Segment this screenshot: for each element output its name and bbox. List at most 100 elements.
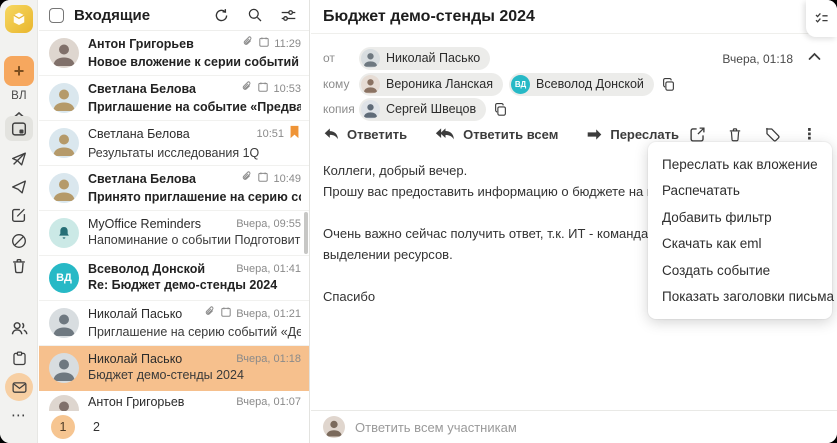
pagination: 1 2	[39, 411, 308, 443]
copy-cc-icon[interactable]	[493, 102, 508, 117]
from-label: от	[323, 51, 335, 65]
email-list-item[interactable]: Антон Григорьев 11:29 Новое вложение к с…	[39, 31, 309, 76]
email-list-item[interactable]: Светлана Белова 10:53 Приглашение на соб…	[39, 76, 309, 121]
recipient-avatar	[361, 74, 380, 94]
folder-drafts-icon[interactable]	[0, 202, 38, 228]
email-time: Вчера, 01:41	[236, 263, 301, 275]
app-mail-icon[interactable]	[0, 373, 38, 401]
folder-spam-icon[interactable]	[0, 228, 38, 254]
recipient-name: Всеволод Донской	[536, 77, 644, 91]
email-time: Вчера, 01:07	[236, 396, 301, 408]
context-menu-item[interactable]: Создать событие	[648, 257, 832, 284]
email-list-item[interactable]: Светлана Белова 10:51 Результаты исследо…	[39, 121, 309, 166]
folder-trash-icon[interactable]	[0, 253, 38, 279]
sender-avatar	[49, 128, 79, 158]
email-list-item[interactable]: MyOffice Reminders Вчера, 09:55 Напомина…	[39, 211, 309, 256]
app-more-icon[interactable]: ⋯	[0, 406, 38, 424]
email-time: Вчера, 09:55	[236, 218, 301, 230]
app-contacts-icon[interactable]	[0, 315, 38, 341]
attachment-icon	[242, 35, 254, 53]
collapse-header-icon[interactable]	[808, 52, 821, 61]
context-menu-item[interactable]: Распечатать	[648, 178, 832, 205]
open-in-new-window-icon[interactable]	[689, 126, 706, 143]
cc-row: копия Сергей Швецов	[323, 97, 508, 121]
email-list-item[interactable]: Светлана Белова 10:49 Принято приглашени…	[39, 166, 309, 211]
list-header: Входящие	[39, 0, 309, 31]
delete-mail-icon[interactable]	[727, 126, 743, 143]
select-all-checkbox[interactable]	[49, 7, 64, 23]
recipient-chip[interactable]: Вероника Ланская	[359, 72, 504, 96]
reply-button[interactable]: Ответить	[323, 127, 407, 142]
from-row: от Николай Пасько	[323, 46, 491, 70]
mail-subject-title: Бюджет демо-стенды 2024	[323, 7, 535, 25]
current-user-avatar	[323, 416, 345, 438]
context-menu-item[interactable]: Добавить фильтр	[648, 204, 832, 231]
folder-sent-icon[interactable]	[0, 174, 38, 200]
page-2-button[interactable]: 2	[93, 420, 100, 434]
email-time: 10:49	[273, 173, 301, 185]
sender-avatar: ВД	[49, 263, 79, 293]
sender-name: Всеволод Донской	[88, 262, 206, 276]
event-icon	[257, 80, 269, 98]
email-list-item[interactable]: Николай Пасько Вчера, 01:21 Приглашение …	[39, 301, 309, 346]
context-menu-item[interactable]: Переслать как вложение	[648, 151, 832, 178]
email-subject: Приглашение на серию событий «Демо стен…	[88, 325, 301, 339]
email-time: 10:51	[256, 128, 284, 140]
filter-sort-icon[interactable]	[280, 7, 297, 24]
email-subject: Принято приглашение на серию событий «…	[88, 190, 301, 204]
to-row: кому Вероника Ланская ВД Всеволод Донско…	[323, 72, 676, 96]
sender-avatar	[49, 308, 79, 338]
sender-name: Николай Пасько	[88, 352, 183, 366]
app-calendar-icon[interactable]	[0, 345, 38, 371]
profile-initials[interactable]: ВЛ	[0, 90, 38, 102]
forward-button[interactable]: Переслать	[586, 127, 679, 142]
context-menu-item[interactable]: Показать заголовки письма	[648, 284, 834, 311]
recipient-chip[interactable]: ВД Всеволод Донской	[509, 72, 654, 96]
tag-label-icon[interactable]	[764, 126, 781, 143]
email-list-item[interactable]: ВД Всеволод Донской Вчера, 01:41 Re: Бюд…	[39, 256, 309, 301]
forward-icon	[588, 128, 602, 140]
email-subject: Новое вложение к серии событий «Аналити…	[88, 55, 301, 69]
to-label: кому	[323, 77, 350, 91]
sender-name: Антон Григорьев	[88, 37, 194, 51]
event-icon	[258, 35, 270, 53]
recipient-chip[interactable]: Николай Пасько	[359, 46, 491, 70]
quick-reply-bar[interactable]: Ответить всем участникам	[311, 410, 837, 443]
recipient-avatar	[361, 48, 380, 68]
sender-avatar	[49, 353, 79, 383]
reply-all-icon	[435, 127, 454, 139]
email-subject: Re: Бюджет демо-стенды 2024	[88, 278, 278, 292]
recipient-chip[interactable]: Сергей Швецов	[359, 97, 487, 121]
email-list-item[interactable]: Николай Пасько Вчера, 01:18 Бюджет демо-…	[39, 346, 309, 391]
email-list: Антон Григорьев 11:29 Новое вложение к с…	[39, 31, 309, 425]
tasks-panel-tab[interactable]	[806, 0, 837, 37]
more-actions-icon[interactable]: ⋮	[802, 127, 817, 142]
event-icon	[257, 170, 269, 188]
email-subject: Результаты исследования 1Q	[88, 145, 260, 160]
recipient-name: Николай Пасько	[386, 51, 481, 65]
compose-button[interactable]: +	[4, 56, 34, 86]
list-scrollbar[interactable]	[304, 212, 308, 254]
folder-outbox-icon[interactable]	[0, 146, 38, 172]
attachment-icon	[204, 305, 216, 323]
sender-name: Светлана Белова	[88, 127, 190, 141]
sender-avatar	[49, 83, 79, 113]
attachment-icon	[241, 80, 253, 98]
sender-name: Николай Пасько	[88, 307, 183, 321]
recipient-avatar	[361, 99, 380, 119]
copy-recipients-icon[interactable]	[661, 77, 676, 92]
folder-title: Входящие	[74, 6, 151, 24]
app-logo-icon[interactable]	[5, 5, 33, 33]
context-menu-item[interactable]: Скачать как eml	[648, 231, 832, 258]
refresh-icon[interactable]	[213, 7, 230, 24]
search-icon[interactable]	[247, 7, 263, 23]
reply-all-button[interactable]: Ответить всем	[435, 127, 558, 142]
folder-inbox-icon[interactable]	[0, 116, 38, 142]
page-1-button[interactable]: 1	[51, 415, 75, 439]
email-time: Вчера, 01:21	[236, 308, 301, 320]
email-subject: Бюджет демо-стенды 2024	[88, 368, 244, 382]
mail-date: Вчера, 01:18	[722, 52, 793, 66]
email-time: 11:29	[274, 38, 301, 50]
sender-name: Светлана Белова	[88, 172, 196, 186]
bookmark-flag-icon	[288, 125, 301, 144]
